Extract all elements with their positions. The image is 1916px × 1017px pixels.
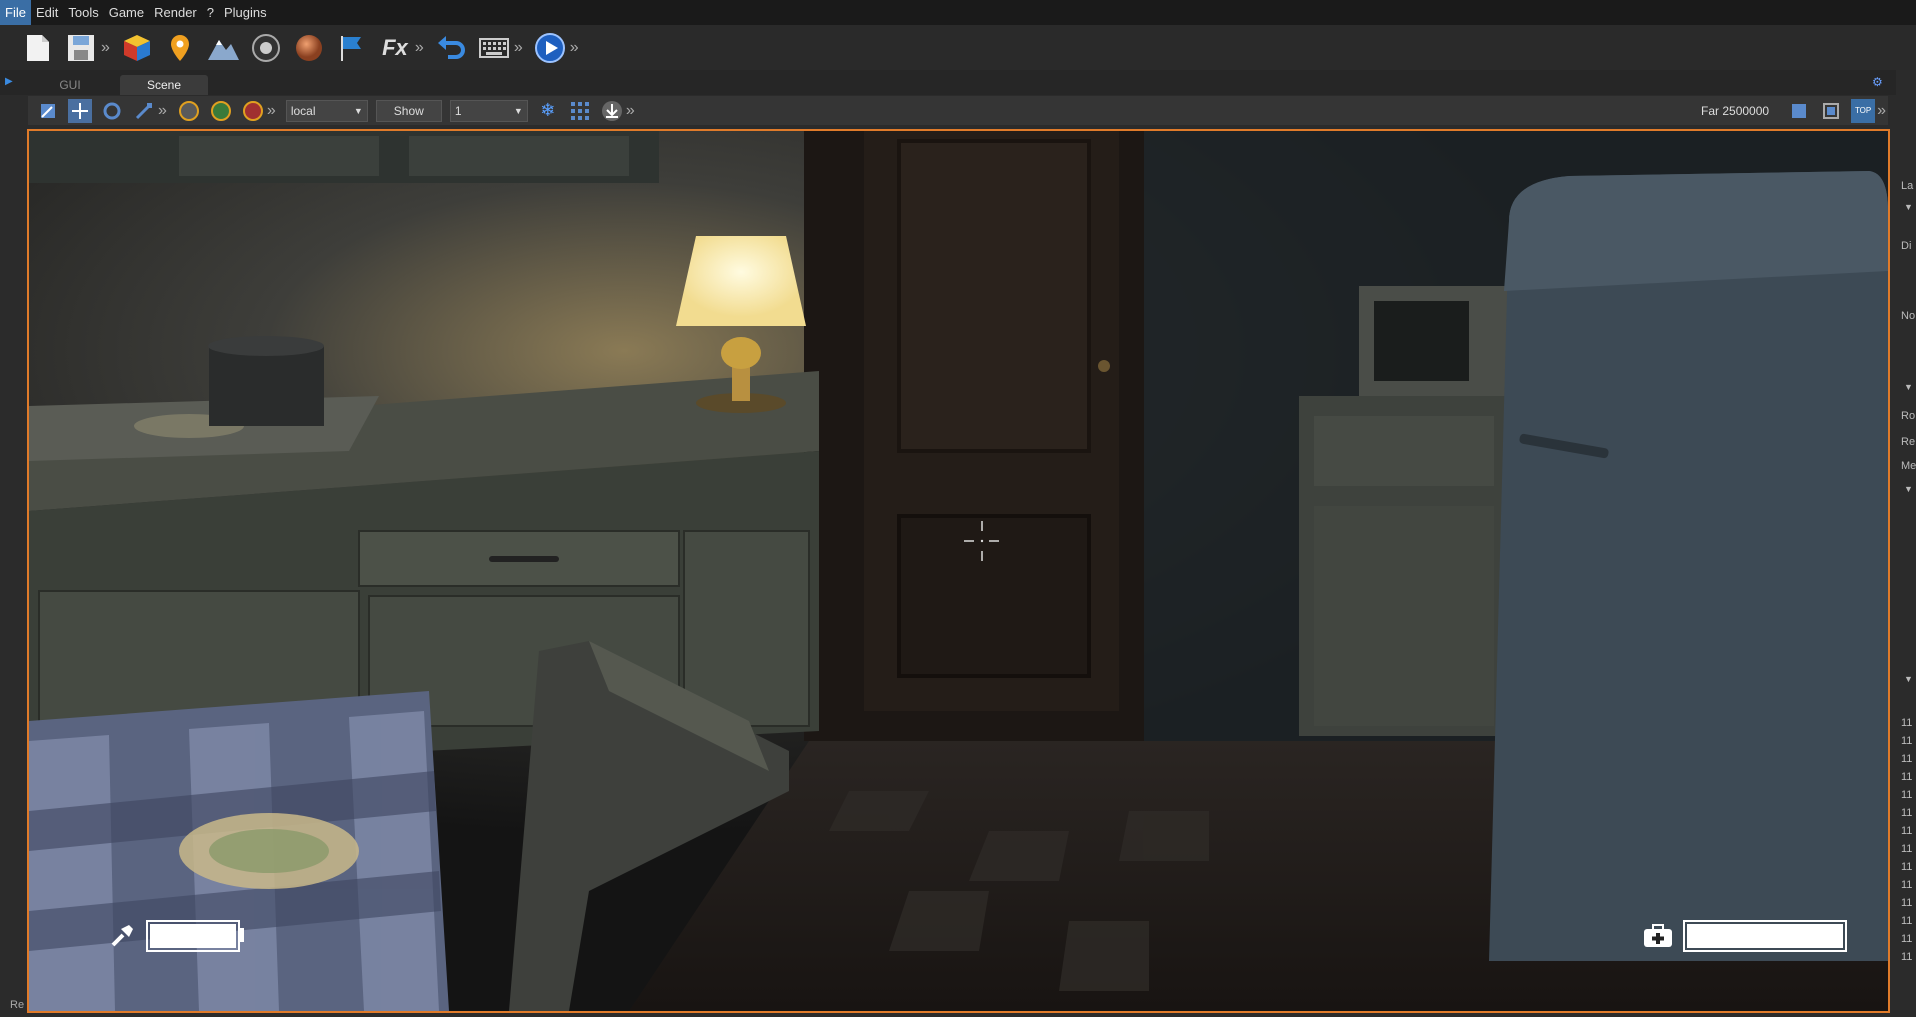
status-bar: Re: [0, 995, 27, 1017]
play-icon[interactable]: [532, 30, 568, 66]
list-item[interactable]: 11: [1901, 858, 1912, 876]
tab-gui[interactable]: GUI: [40, 75, 100, 95]
rotate-tool-icon[interactable]: [100, 99, 124, 123]
select-tool-icon[interactable]: [36, 99, 60, 123]
list-item[interactable]: 11: [1901, 948, 1912, 966]
tab-scene[interactable]: Scene: [120, 75, 208, 95]
snowflake-icon[interactable]: ❄: [536, 99, 560, 123]
chevron-down-icon: ▼: [354, 106, 363, 116]
list-item[interactable]: 11: [1901, 750, 1912, 768]
list-item[interactable]: 11: [1901, 822, 1912, 840]
undo-icon[interactable]: [433, 30, 469, 66]
panel-label-me: Me: [1901, 460, 1916, 472]
menu-render[interactable]: Render: [149, 0, 202, 25]
terrain-icon[interactable]: [205, 30, 241, 66]
kitchen-scene: [29, 131, 1888, 1011]
panel-label-di: Di: [1901, 240, 1911, 252]
layer-select[interactable]: 1 ▼: [450, 100, 528, 122]
menu-edit[interactable]: Edit: [31, 0, 63, 25]
tab-row: ▶ GUI Scene ⚙ ◀: [0, 70, 1916, 95]
settings-gear-icon[interactable]: ⚙: [1872, 75, 1883, 89]
flag-icon[interactable]: [334, 30, 370, 66]
left-panel-toggle-icon[interactable]: ▶: [5, 76, 13, 87]
list-item[interactable]: 11: [1901, 876, 1912, 894]
vt-overflow-chevron-4[interactable]: »: [1877, 102, 1886, 120]
layer-select-value: 1: [455, 104, 462, 118]
list-item[interactable]: 11: [1901, 894, 1912, 912]
list-item[interactable]: 11: [1901, 912, 1912, 930]
fx-label: Fx: [382, 35, 408, 61]
panel-collapse-icon[interactable]: ▼: [1904, 202, 1913, 212]
right-properties-panel: La ▼ Di No ▼ Ro Re Me ▼ ▼ 11 11 11 11 11…: [1896, 70, 1916, 1017]
new-file-icon[interactable]: [20, 30, 56, 66]
panel-collapse-icon-3[interactable]: ▼: [1904, 484, 1913, 494]
medkit-icon: [1642, 923, 1674, 949]
vt-overflow-chevron-2[interactable]: »: [267, 102, 276, 120]
show-label: Show: [394, 104, 424, 118]
grid-icon[interactable]: [568, 99, 592, 123]
panel-label-no: No: [1901, 310, 1915, 322]
map-pin-icon[interactable]: [162, 30, 198, 66]
health-bar-fill: [1687, 924, 1843, 948]
snap-rotate-icon[interactable]: [209, 99, 233, 123]
far-clip-label[interactable]: Far 2500000: [1701, 104, 1769, 118]
chevron-down-icon: ▼: [514, 106, 523, 116]
space-select[interactable]: local ▼: [286, 100, 368, 122]
list-item[interactable]: 11: [1901, 714, 1912, 732]
vt-overflow-chevron-3[interactable]: »: [626, 102, 635, 120]
panel-collapse-icon-2[interactable]: ▼: [1904, 382, 1913, 392]
flashlight-battery-bar: [146, 920, 240, 952]
top-view-button[interactable]: TOP: [1851, 99, 1875, 123]
list-item[interactable]: 11: [1901, 930, 1912, 948]
snap-scale-icon[interactable]: [241, 99, 265, 123]
menu-game[interactable]: Game: [104, 0, 149, 25]
tire-icon[interactable]: [248, 30, 284, 66]
list-item[interactable]: 11: [1901, 786, 1912, 804]
panel-collapse-icon-4[interactable]: ▼: [1904, 674, 1913, 684]
viewport-toolbar: » » local ▼ Show 1 ▼ ❄ » Far 2500000 TOP…: [28, 96, 1888, 125]
list-item[interactable]: 11: [1901, 732, 1912, 750]
menu-bar: File Edit Tools Game Render ? Plugins: [0, 0, 1916, 25]
status-text: Re: [10, 999, 24, 1011]
main-toolbar: » Fx » » »: [0, 25, 1916, 70]
panel-label-layer: La: [1901, 180, 1913, 192]
space-select-value: local: [291, 104, 316, 118]
panel-label-ro: Ro: [1901, 410, 1915, 422]
panel-list: 11 11 11 11 11 11 11 11 11 11 11 11 11 1…: [1901, 714, 1912, 966]
move-tool-icon[interactable]: [68, 99, 92, 123]
battery-tip: [240, 928, 244, 942]
list-item[interactable]: 11: [1901, 768, 1912, 786]
maximize-viewport-icon[interactable]: [1819, 99, 1843, 123]
camera-mode-icon[interactable]: [1787, 99, 1811, 123]
rubiks-cube-icon[interactable]: [119, 30, 155, 66]
list-item[interactable]: 11: [1901, 840, 1912, 858]
sphere-icon[interactable]: [291, 30, 327, 66]
menu-file[interactable]: File: [0, 0, 31, 25]
menu-tools[interactable]: Tools: [63, 0, 103, 25]
menu-plugins[interactable]: Plugins: [219, 0, 272, 25]
drop-to-ground-icon[interactable]: [600, 99, 624, 123]
health-bar: [1683, 920, 1847, 952]
menu-help[interactable]: ?: [202, 0, 219, 25]
top-view-label: TOP: [1855, 106, 1871, 115]
toolbar-overflow-chevron-3[interactable]: »: [514, 39, 523, 57]
scale-tool-icon[interactable]: [132, 99, 156, 123]
save-icon[interactable]: [63, 30, 99, 66]
vt-overflow-chevron[interactable]: »: [158, 102, 167, 120]
panel-label-re: Re: [1901, 436, 1915, 448]
list-item[interactable]: 11: [1901, 804, 1912, 822]
toolbar-overflow-chevron-2[interactable]: »: [415, 39, 424, 57]
snap-move-icon[interactable]: [177, 99, 201, 123]
scene-viewport[interactable]: [27, 129, 1890, 1013]
flashlight-battery-fill: [150, 924, 236, 948]
show-button[interactable]: Show: [376, 100, 442, 122]
fx-icon[interactable]: Fx: [377, 30, 413, 66]
flashlight-icon: [109, 921, 137, 949]
keyboard-icon[interactable]: [476, 30, 512, 66]
toolbar-overflow-chevron-4[interactable]: »: [570, 39, 579, 57]
toolbar-overflow-chevron[interactable]: »: [101, 39, 110, 57]
